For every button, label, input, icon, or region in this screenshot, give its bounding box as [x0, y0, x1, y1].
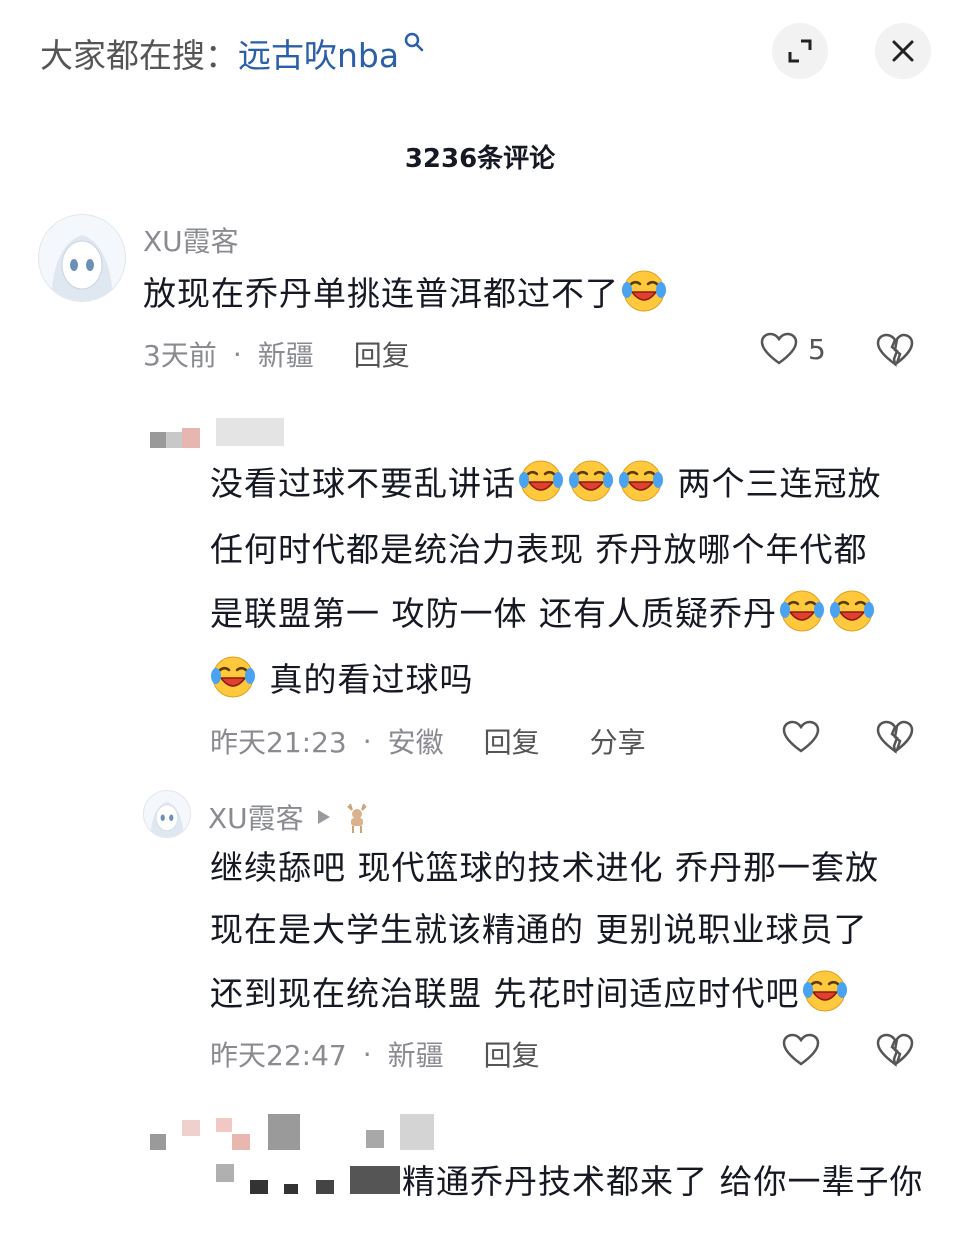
comment-text-line: 两个三连冠放 [677, 464, 882, 503]
meta-separator: · [362, 1037, 372, 1071]
reply-button[interactable]: 回复 [484, 1034, 540, 1074]
comment-time: 3天前 [143, 339, 217, 372]
dislike-heart-icon[interactable] [876, 333, 914, 367]
comment-location: 新疆 [257, 339, 314, 372]
anime-avatar-icon [39, 215, 125, 301]
laughing-crying-emoji-icon [801, 969, 848, 1013]
comment-text-line: 任何时代都是统治力表现 乔丹放哪个年代都 [210, 530, 868, 569]
comment-text-line: 继续舔吧 现代篮球的技术进化 乔丹那一套放 [210, 848, 879, 887]
search-icon [404, 32, 424, 52]
comment-text-line: 精通乔丹技术都来了 给你一辈子你 [402, 1162, 924, 1201]
comment-text: 真的看过球吗 [208, 648, 474, 712]
blurred-username[interactable] [216, 418, 284, 446]
laughing-crying-emoji-icon [210, 655, 256, 699]
avatar[interactable] [143, 790, 191, 838]
meta-separator: · [232, 337, 242, 371]
expand-icon [788, 39, 812, 63]
heart-icon[interactable] [782, 1033, 820, 1067]
comment-meta: 昨天22:47 · 新疆 回复 [210, 1034, 540, 1074]
search-prefix: 大家都在搜： [40, 36, 238, 75]
avatar[interactable] [38, 214, 126, 302]
close-icon [892, 40, 914, 62]
dislike-heart-icon[interactable] [876, 720, 914, 754]
comment-meta: 昨天21:23 · 安徽 回复 分享 [210, 721, 646, 761]
laughing-crying-emoji-icon [568, 459, 614, 503]
deer-avatar-icon[interactable] [342, 800, 372, 834]
comment-text-line: 没看过球不要乱讲话 [210, 464, 516, 503]
comment-time: 昨天22:47 [210, 1039, 347, 1072]
share-button[interactable]: 分享 [590, 721, 646, 761]
dislike-heart-icon[interactable] [876, 1033, 914, 1067]
comment-location: 新疆 [387, 1039, 444, 1072]
comment-location: 安徽 [387, 726, 444, 759]
laughing-crying-emoji-icon [778, 589, 825, 633]
comment-text-line: 放现在乔丹单挑连普洱都过不了 [143, 274, 619, 313]
comment-count: 3236条评论 [404, 144, 556, 174]
comment-text-line: 真的看过球吗 [269, 660, 474, 699]
close-button[interactable] [875, 23, 931, 79]
comment-text: 是联盟第一 攻防一体 还有人质疑乔丹 [210, 582, 877, 646]
reply-button[interactable]: 回复 [354, 334, 410, 374]
like-count: 5 [808, 332, 826, 366]
comment-text: 放现在乔丹单挑连普洱都过不了 [143, 262, 669, 326]
comment-username[interactable]: XU霞客 [143, 220, 239, 260]
reply-arrow-icon [317, 810, 330, 824]
reply-header: XU霞客 [208, 797, 372, 837]
heart-icon [760, 332, 798, 365]
heart-icon[interactable] [782, 720, 820, 754]
comment-text-line: 还到现在统治联盟 先花时间适应时代吧 [210, 974, 800, 1013]
reply-button[interactable]: 回复 [484, 721, 540, 761]
comment-meta: 3天前 · 新疆 回复 [143, 334, 410, 374]
comment-text: 还到现在统治联盟 先花时间适应时代吧 [210, 962, 850, 1026]
search-term-link[interactable]: 远古吹nba [238, 29, 399, 77]
meta-separator: · [362, 724, 372, 758]
laughing-crying-emoji-icon [618, 459, 664, 503]
search-suggestion[interactable]: 大家都在搜： 远古吹nba [40, 28, 425, 78]
comment-time: 昨天21:23 [210, 726, 347, 759]
comment-text-line: 现在是大学生就该精通的 更别说职业球员了 [210, 910, 868, 949]
comment-text-line: 是联盟第一 攻防一体 还有人质疑乔丹 [210, 594, 777, 633]
like-button[interactable]: 5 [760, 332, 826, 366]
laughing-crying-emoji-icon [828, 589, 875, 633]
anime-avatar-icon [144, 791, 190, 837]
expand-button[interactable] [772, 23, 828, 79]
comment-text: 没看过球不要乱讲话 两个三连冠放 [210, 452, 882, 516]
laughing-crying-emoji-icon [621, 269, 667, 313]
comment-username[interactable]: XU霞客 [208, 797, 304, 837]
laughing-crying-emoji-icon [518, 459, 564, 503]
